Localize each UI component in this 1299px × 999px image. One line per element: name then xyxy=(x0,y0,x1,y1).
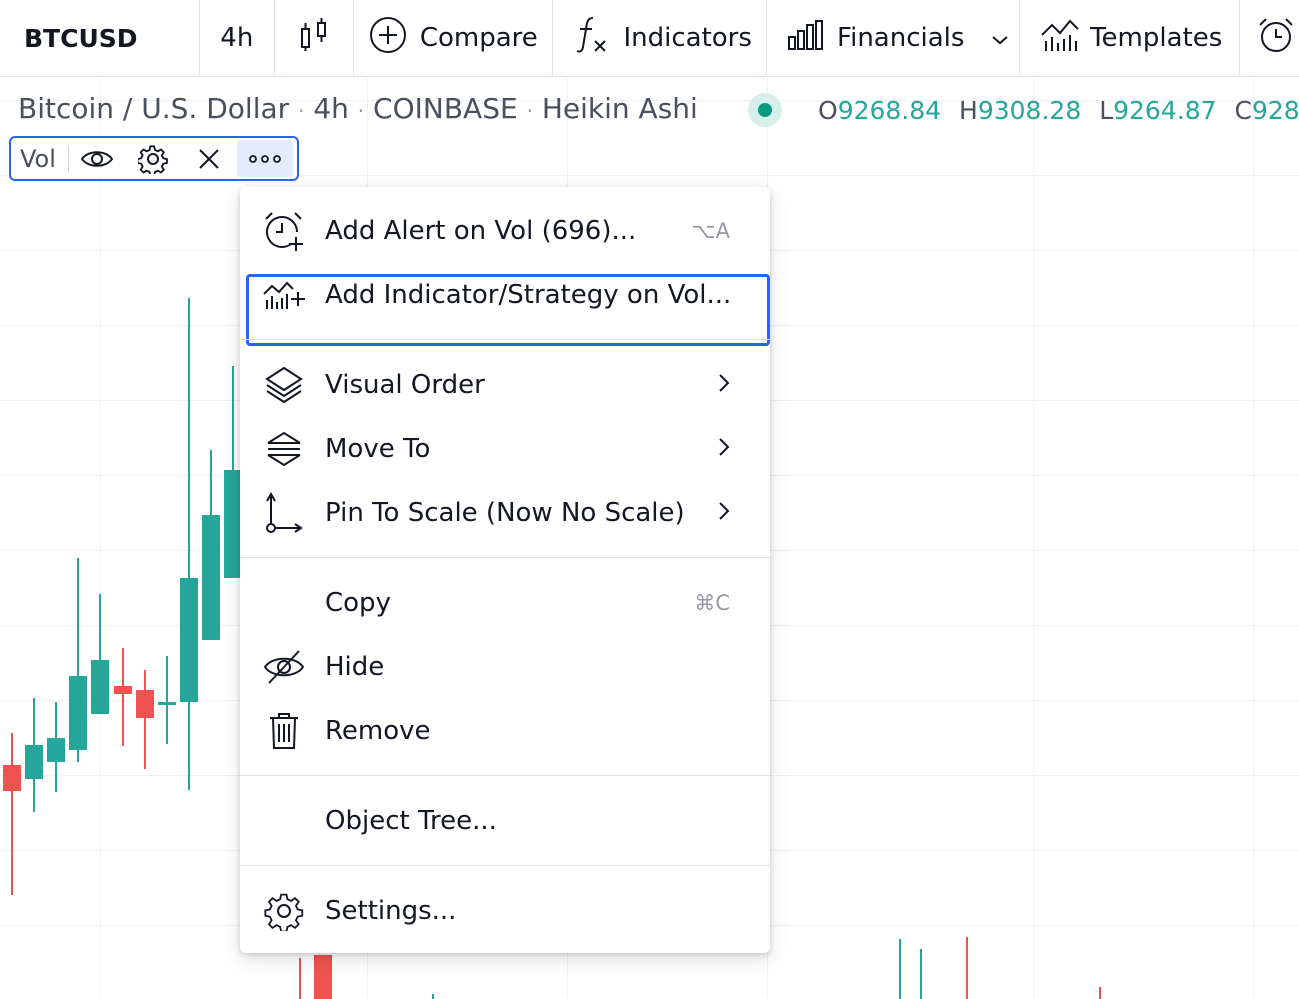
gear-icon[interactable] xyxy=(125,138,181,179)
legend-chart-type: Heikin Ashi xyxy=(541,92,698,125)
menu-item-visual-order[interactable]: Visual Order xyxy=(240,353,770,417)
menu-item-settings[interactable]: Settings... xyxy=(240,879,770,943)
eye-icon[interactable] xyxy=(69,138,125,179)
menu-item-object-tree[interactable]: Object Tree... xyxy=(240,789,770,853)
fx-icon xyxy=(575,15,609,62)
menu-item-label: Add Alert on Vol (696)... xyxy=(325,216,637,246)
indicator-plus-icon xyxy=(262,273,306,317)
low-label: L xyxy=(1099,96,1114,125)
legend-separator: · xyxy=(526,99,533,123)
menu-item-label: Visual Order xyxy=(325,370,485,400)
interval-button[interactable]: 4h xyxy=(200,0,275,76)
menu-separator xyxy=(240,339,770,340)
candle-series xyxy=(3,298,242,895)
menu-item-copy[interactable]: Copy ⌘C xyxy=(240,571,770,635)
top-toolbar: BTCUSD 4h Compare Indicators Financials … xyxy=(0,0,1299,77)
volume-study-legend[interactable]: Vol xyxy=(9,136,299,181)
menu-item-label: Settings... xyxy=(325,896,457,926)
financials-label: Financials xyxy=(837,23,965,53)
templates-label: Templates xyxy=(1090,23,1223,53)
menu-separator xyxy=(240,557,770,558)
high-label: H xyxy=(959,96,978,125)
bar-chart-icon xyxy=(787,19,825,58)
indicators-button[interactable]: Indicators xyxy=(553,0,768,76)
open-label: O xyxy=(818,96,838,125)
open-value: 9268.84 xyxy=(837,96,942,125)
pin-scale-icon xyxy=(262,491,306,535)
menu-item-label: Object Tree... xyxy=(325,806,497,836)
menu-separator xyxy=(240,775,770,776)
menu-item-add-alert[interactable]: Add Alert on Vol (696)... ⌥A xyxy=(240,199,770,263)
candles-icon xyxy=(299,17,329,60)
legend-interval: 4h xyxy=(313,92,349,125)
trash-icon xyxy=(262,709,306,753)
chevron-right-icon xyxy=(718,498,730,528)
menu-separator xyxy=(240,865,770,866)
alarm-plus-icon xyxy=(262,209,306,253)
close-icon[interactable] xyxy=(181,138,237,179)
close-value: 9284.15 xyxy=(1251,96,1299,125)
chevron-right-icon xyxy=(718,370,730,400)
interval-label: 4h xyxy=(220,23,254,53)
menu-item-pin-to-scale[interactable]: Pin To Scale (Now No Scale) xyxy=(240,481,770,545)
menu-item-label: Move To xyxy=(325,434,431,464)
layers-icon xyxy=(262,363,306,407)
chevron-down-icon[interactable] xyxy=(991,23,1009,53)
menu-item-add-indicator[interactable]: Add Indicator/Strategy on Vol... xyxy=(240,263,770,346)
menu-item-label: Remove xyxy=(325,716,431,746)
symbol-search-button[interactable]: BTCUSD xyxy=(0,0,200,76)
alert-button[interactable] xyxy=(1240,0,1299,76)
compare-label: Compare xyxy=(419,23,538,53)
templates-icon xyxy=(1040,17,1080,60)
symbol-label: BTCUSD xyxy=(24,23,138,53)
study-name: Vol xyxy=(11,145,69,173)
market-status-indicator[interactable] xyxy=(748,93,782,127)
compare-button[interactable]: Compare xyxy=(354,0,554,76)
eye-off-icon xyxy=(262,645,306,689)
chevron-right-icon xyxy=(718,434,730,464)
legend-symbol-name: Bitcoin / U.S. Dollar xyxy=(18,92,290,125)
menu-item-move-to[interactable]: Move To xyxy=(240,417,770,481)
move-to-icon xyxy=(262,427,306,471)
alarm-clock-icon xyxy=(1256,15,1296,62)
menu-item-label: Add Indicator/Strategy on Vol... xyxy=(325,280,732,310)
menu-item-label: Copy xyxy=(325,588,391,618)
financials-button[interactable]: Financials xyxy=(767,0,1021,76)
plus-circle-icon xyxy=(368,15,408,62)
more-icon[interactable] xyxy=(236,140,293,177)
legend-separator: · xyxy=(298,99,305,123)
templates-button[interactable]: Templates xyxy=(1020,0,1240,76)
high-value: 9308.28 xyxy=(977,96,1082,125)
menu-item-hide[interactable]: Hide xyxy=(240,635,770,699)
chart-style-button[interactable] xyxy=(275,0,354,76)
shortcut-hint: ⌘C xyxy=(694,591,730,615)
indicators-label: Indicators xyxy=(623,23,752,53)
shortcut-hint: ⌥A xyxy=(691,219,730,243)
menu-item-label: Hide xyxy=(325,652,385,682)
menu-item-remove[interactable]: Remove xyxy=(240,699,770,763)
legend-separator: · xyxy=(357,99,365,123)
study-context-menu: Add Alert on Vol (696)... ⌥A Add Indicat… xyxy=(240,187,770,953)
close-label: C xyxy=(1234,96,1252,125)
gear-icon xyxy=(262,889,306,933)
ohlc-values: O9268.84 H9308.28 L9264.87 C9284.15 xyxy=(818,96,1299,125)
menu-item-label: Pin To Scale (Now No Scale) xyxy=(325,498,685,528)
legend-exchange: COINBASE xyxy=(373,92,518,125)
chart-legend: Bitcoin / U.S. Dollar · 4h · COINBASE · … xyxy=(18,92,698,125)
low-value: 9264.87 xyxy=(1113,96,1217,125)
